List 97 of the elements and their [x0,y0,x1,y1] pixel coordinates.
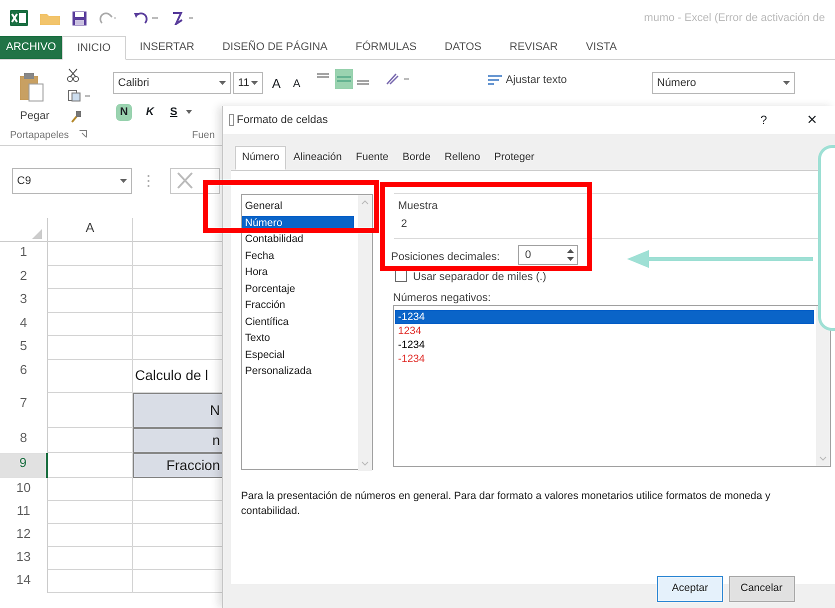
scrollbar-icon [358,195,372,471]
ribbon-tab[interactable]: FÓRMULAS [342,36,431,59]
category-item[interactable]: General [242,199,286,213]
dropdown-caret-icon [783,81,790,85]
undo-icon[interactable] [133,11,159,25]
ribbon-tab[interactable]: INSERTAR [126,36,208,59]
grid-cell[interactable] [48,546,133,570]
category-item[interactable]: Fecha [242,248,278,262]
dropdown-caret-icon [120,179,127,183]
dialog-icon [229,114,234,126]
category-item[interactable]: Científica [242,314,292,328]
grid-cell[interactable] [48,242,133,266]
bold-button[interactable]: N [116,104,132,120]
negative-numbers-list[interactable]: -1234 1234 -1234 -1234 [393,305,831,467]
separator-dots-icon [147,174,150,188]
grow-font-button[interactable]: A [272,74,281,94]
negatives-label: Números negativos: [393,291,491,306]
sample-value: 2 [401,217,408,232]
file-tab[interactable]: ARCHIVO [0,36,62,59]
sample-label: Muestra [398,199,438,214]
dialog-launcher-icon[interactable] [79,130,87,138]
table-cell[interactable]: N [133,392,223,428]
decimals-label: Posiciones decimales: [391,250,500,265]
help-button[interactable]: ? [760,111,768,129]
dialog-tab[interactable]: Fuente [348,146,396,170]
category-item[interactable]: Hora [242,265,271,279]
scissors-icon[interactable] [66,68,80,82]
category-item[interactable]: Personalizada [242,364,315,378]
grid-cell[interactable] [48,478,133,500]
spin-arrows-icon [566,248,575,262]
align-middle-icon[interactable] [335,69,353,89]
ribbon-tab[interactable]: INICIO [62,36,126,60]
grid-cell[interactable] [48,500,133,524]
cancel-button[interactable]: Cancelar [728,576,794,602]
category-item[interactable]: Contabilidad [242,232,306,246]
negative-number-item[interactable]: 1234 [395,324,814,338]
negative-number-item[interactable]: -1234 [395,338,814,352]
negative-number-item[interactable]: -1234 [395,352,814,366]
spreadsheet-app-icon [10,10,28,26]
name-box[interactable]: C9 [12,168,132,194]
row-header[interactable]: 10 [0,478,48,500]
grid-cell[interactable] [48,336,133,360]
brush-icon[interactable] [70,110,82,124]
paste-icon[interactable] [18,72,44,102]
dialog-tab[interactable]: Proteger [487,146,542,170]
grid-cell[interactable] [48,360,133,392]
grid-cell[interactable] [48,289,133,312]
font-name-field[interactable]: Calibri [113,72,231,94]
category-item[interactable]: Fracción [242,298,288,312]
category-item[interactable]: Texto [242,331,274,345]
close-button[interactable]: × [807,107,817,133]
underline-button[interactable]: S [170,104,178,120]
table-cell[interactable]: n [133,428,223,452]
ribbon-tab[interactable]: DISEÑO DE PÁGINA [208,36,342,59]
copy-icon[interactable] [68,90,92,102]
wrap-text-button[interactable]: Ajustar texto [487,72,567,88]
category-item[interactable]: Número [242,216,354,230]
dialog-tab[interactable]: Número [235,146,286,170]
grid-cell[interactable] [48,312,133,336]
decimal-places-spinner[interactable]: 0 [518,245,578,265]
thousands-checkbox[interactable] [395,270,407,282]
paste-label[interactable]: Pegar [20,108,50,124]
dropdown-caret-icon [219,81,226,85]
negative-number-item[interactable]: -1234 [395,310,814,324]
grid-cell[interactable] [48,524,133,546]
ribbon-tab[interactable]: DATOS [430,36,496,59]
save-icon[interactable] [72,10,87,26]
font-size-field[interactable]: 11 [233,72,263,94]
thousands-label: Usar separador de miles (.) [413,270,546,285]
column-header[interactable]: A [48,218,133,241]
number-format-field[interactable]: Número [652,72,795,94]
shrink-font-button[interactable]: A [293,76,300,92]
window-title: mumo - Excel (Error de activación de [644,10,825,26]
text-orientation-icon[interactable] [386,72,412,86]
grid-cell[interactable] [48,266,133,289]
dropdown-caret-icon [251,81,258,85]
italic-button[interactable]: K [146,104,154,120]
row-header[interactable]: 9 [0,452,48,478]
ribbon-tab[interactable]: REVISAR [496,36,572,59]
table-cell[interactable]: Fraccion [133,452,223,478]
group-label: Portapapeles [10,129,69,143]
folder-icon[interactable] [40,11,60,25]
description-text: Para la presentación de números en general. Para dar formato a valores monetarios utilice formatos de moneda y contabilidad. [241,489,772,519]
cancel-entry-icon[interactable] [170,168,220,194]
ok-button[interactable]: Aceptar [657,576,723,602]
grid-cell[interactable] [48,570,133,592]
category-item[interactable]: Porcentaje [242,282,298,296]
select-all-icon[interactable] [32,228,42,239]
dialog-tab[interactable]: Alineación [286,146,349,170]
dialog-title: Formato de celdas [236,112,328,128]
ribbon-tab[interactable]: VISTA [572,36,631,59]
dialog-tab[interactable]: Relleno [438,146,488,170]
category-item[interactable]: Especial [242,348,288,362]
dropdown-caret-icon[interactable] [186,110,192,114]
dialog-tab[interactable]: Borde [396,146,438,170]
group-label: Fuen [192,129,215,143]
wrap-text-icon [487,74,503,86]
